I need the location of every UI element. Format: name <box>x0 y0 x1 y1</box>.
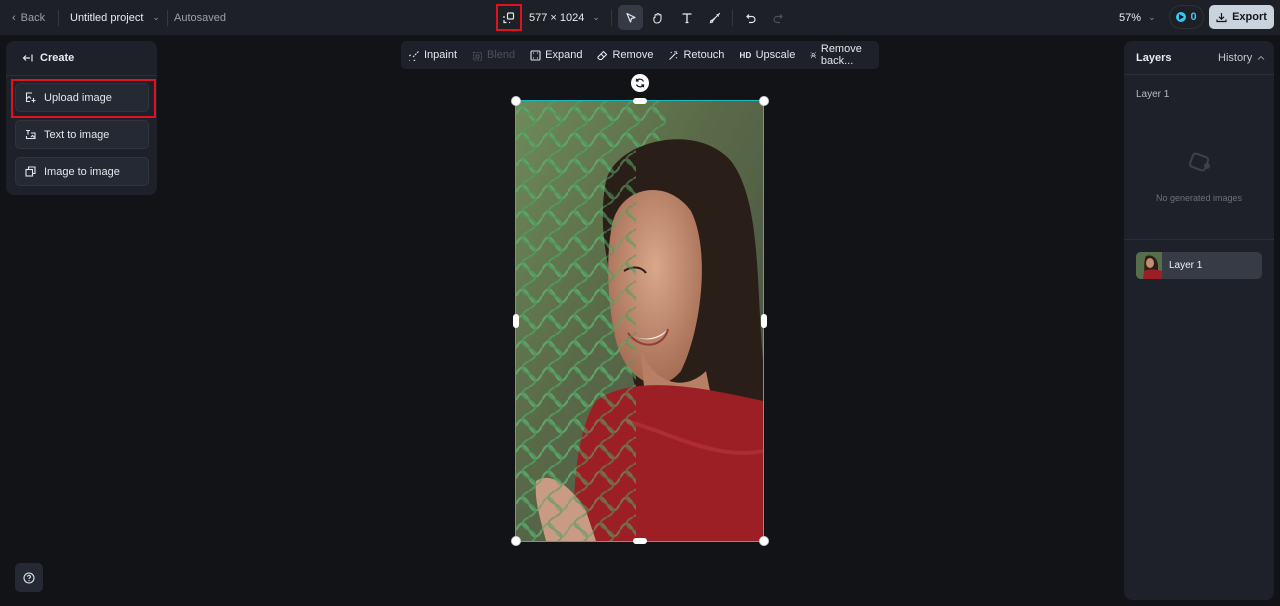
empty-state-text: No generated images <box>1155 193 1243 203</box>
expand-icon <box>530 49 541 61</box>
divider <box>1124 239 1274 240</box>
rotate-handle[interactable] <box>631 74 649 92</box>
brush-tool-button[interactable] <box>702 5 727 30</box>
highlight-box <box>11 79 156 118</box>
chevron-down-icon: ⌄ <box>592 12 600 22</box>
text-to-image-icon <box>25 129 36 140</box>
hd-icon: HD <box>739 50 752 60</box>
edit-toolbar: Inpaint Blend Expand Remove Retouch HD U… <box>401 41 879 69</box>
empty-images-icon <box>1186 152 1216 181</box>
image-to-image-label: Image to image <box>44 165 120 178</box>
inpaint-button[interactable]: Inpaint <box>409 49 457 61</box>
help-icon <box>23 571 35 584</box>
layer-thumbnail <box>1136 252 1162 279</box>
text-icon <box>682 12 691 23</box>
credits-badge[interactable]: 0 <box>1169 5 1204 29</box>
help-button[interactable] <box>15 563 43 592</box>
back-label: Back <box>20 11 46 24</box>
resize-icon <box>503 11 515 23</box>
resize-handle-top[interactable] <box>633 98 647 104</box>
back-button[interactable]: ‹ Back <box>12 0 45 35</box>
history-label: History <box>1218 52 1253 64</box>
undo-icon <box>745 13 756 23</box>
export-label: Export <box>1232 11 1267 23</box>
upscale-label: Upscale <box>755 49 796 61</box>
chevron-left-icon: ‹ <box>12 11 16 24</box>
image-to-image-button[interactable]: Image to image <box>15 157 149 186</box>
create-panel-collapse[interactable]: Create <box>22 51 74 65</box>
resize-canvas-button[interactable] <box>496 4 522 31</box>
text-to-image-button[interactable]: Text to image <box>15 120 149 149</box>
divider <box>1124 74 1274 75</box>
retouch-label: Retouch <box>683 49 725 61</box>
inpaint-label: Inpaint <box>424 49 458 61</box>
remove-background-button[interactable]: Remove back... <box>810 43 866 67</box>
save-status: Autosaved <box>174 11 226 24</box>
divider <box>6 75 157 76</box>
remove-background-icon <box>810 52 817 58</box>
create-panel: Create Upload image Text to image Image … <box>6 41 157 195</box>
layer-name: Layer 1 <box>1169 260 1203 271</box>
chevron-down-icon: ⌄ <box>1148 12 1156 22</box>
rotate-icon <box>635 78 645 88</box>
brush-icon <box>709 12 720 23</box>
history-toggle[interactable]: History <box>1218 52 1265 64</box>
canvas-size-dropdown[interactable]: 577 × 1024 ⌄ <box>529 0 600 35</box>
remove-button[interactable]: Remove <box>597 49 653 61</box>
zoom-level: 57% <box>1119 11 1142 24</box>
inpaint-icon <box>409 50 419 61</box>
layers-tab[interactable]: Layers <box>1136 52 1171 64</box>
top-bar: ‹ Back Untitled project ⌄ Autosaved 577 … <box>0 0 1280 35</box>
expand-label: Expand <box>545 49 583 61</box>
divider <box>167 10 168 26</box>
chevron-up-icon <box>1257 55 1265 60</box>
text-to-image-label: Text to image <box>44 128 110 141</box>
divider <box>611 10 612 26</box>
retouch-button[interactable]: Retouch <box>668 49 724 61</box>
redo-icon <box>772 13 783 23</box>
zoom-dropdown[interactable]: 57% ⌄ <box>1119 0 1156 35</box>
resize-handle-bottom-left[interactable] <box>511 536 521 546</box>
project-title: Untitled project <box>70 11 144 24</box>
select-tool-button[interactable] <box>618 5 643 30</box>
blend-label: Blend <box>487 49 516 61</box>
canvas-size: 577 × 1024 <box>529 11 585 24</box>
resize-handle-right[interactable] <box>761 314 767 328</box>
portrait-photo <box>516 101 763 541</box>
chevron-down-icon: ⌄ <box>152 12 160 22</box>
resize-handle-bottom[interactable] <box>633 538 647 544</box>
image-to-image-icon <box>25 166 36 177</box>
eraser-icon <box>597 50 608 60</box>
resize-handle-bottom-right[interactable] <box>759 536 769 546</box>
export-button[interactable]: Export <box>1209 5 1274 29</box>
blend-button[interactable]: Blend <box>472 49 515 61</box>
resize-handle-left[interactable] <box>513 314 519 328</box>
collapse-left-icon <box>22 54 33 62</box>
remove-background-label: Remove back... <box>820 43 862 67</box>
undo-button[interactable] <box>738 5 763 30</box>
layer-item[interactable]: Layer 1 <box>1136 252 1262 279</box>
divider <box>58 10 59 26</box>
redo-button[interactable] <box>765 5 790 30</box>
resize-handle-top-right[interactable] <box>759 96 769 106</box>
history-section-label: Layer 1 <box>1136 89 1170 100</box>
layers-panel: Layers History Layer 1 No generated imag… <box>1124 41 1274 600</box>
magic-wand-icon <box>669 50 678 60</box>
credits-icon <box>1176 12 1187 22</box>
hand-tool-button[interactable] <box>645 5 670 30</box>
canvas-image[interactable] <box>516 101 763 541</box>
text-tool-button[interactable] <box>674 5 699 30</box>
divider <box>732 10 733 26</box>
resize-handle-top-left[interactable] <box>511 96 521 106</box>
project-title-dropdown[interactable]: Untitled project ⌄ <box>70 0 160 35</box>
cursor-arrow-icon <box>625 12 636 23</box>
create-panel-title: Create <box>40 52 75 64</box>
blend-icon <box>472 51 483 61</box>
upscale-button[interactable]: HD Upscale <box>739 49 795 61</box>
expand-button[interactable]: Expand <box>530 49 582 61</box>
hand-icon <box>652 12 662 24</box>
remove-label: Remove <box>612 49 654 61</box>
credits-count: 0 <box>1190 11 1197 23</box>
download-icon <box>1216 12 1227 22</box>
